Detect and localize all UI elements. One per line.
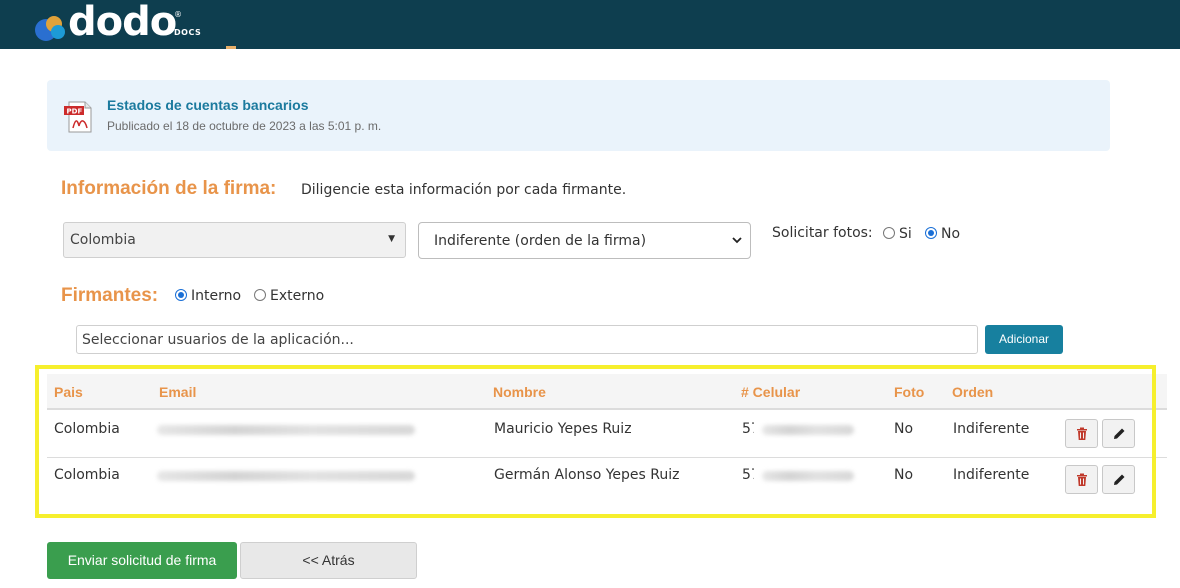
table-highlight-box (35, 365, 1156, 518)
svg-text:PDF: PDF (67, 108, 83, 116)
signer-internal-label[interactable]: Interno (191, 288, 241, 304)
country-select[interactable]: Colombia ▼ (63, 222, 406, 258)
signer-external-label[interactable]: Externo (270, 288, 324, 304)
photos-no-radio[interactable] (925, 227, 937, 239)
document-published-date: Publicado el 18 de octubre de 2023 a las… (107, 119, 382, 133)
chevron-down-icon (732, 237, 742, 244)
logo-registered: ® (174, 10, 182, 19)
country-select-value: Colombia (70, 232, 136, 248)
photos-yes-label[interactable]: Si (899, 226, 912, 242)
user-search-input[interactable]: Seleccionar usuarios de la aplicación... (76, 325, 978, 354)
signer-external-radio[interactable] (254, 289, 266, 301)
document-title[interactable]: Estados de cuentas bancarios (107, 97, 309, 113)
send-signature-request-button[interactable]: Enviar solicitud de firma (47, 542, 237, 579)
add-signer-button[interactable]: Adicionar (985, 325, 1063, 354)
request-photos-label: Solicitar fotos: (772, 225, 873, 241)
logo-subtext: DOCS (174, 28, 202, 37)
photos-yes-radio[interactable] (883, 227, 895, 239)
logo-text: dodo (68, 0, 177, 45)
signer-internal-radio[interactable] (175, 289, 187, 301)
signature-info-title: Información de la firma: (61, 178, 277, 199)
signers-title: Firmantes: (61, 285, 159, 306)
photos-no-label[interactable]: No (941, 226, 960, 242)
header-accent (226, 46, 236, 49)
back-button[interactable]: << Atrás (240, 542, 417, 579)
order-select-value: Indiferente (orden de la firma) (434, 233, 647, 249)
user-search-placeholder: Seleccionar usuarios de la aplicación... (82, 332, 354, 348)
dropdown-triangle-icon: ▼ (388, 234, 395, 244)
pdf-file-icon: PDF (64, 101, 92, 133)
order-select[interactable]: Indiferente (orden de la firma) (418, 222, 751, 259)
document-card: PDF Estados de cuentas bancarios Publica… (47, 80, 1110, 151)
logo-mark-icon (35, 16, 65, 41)
signature-info-note: Diligencie esta información por cada fir… (301, 182, 627, 198)
top-navbar: dodo ® DOCS (0, 0, 1180, 49)
